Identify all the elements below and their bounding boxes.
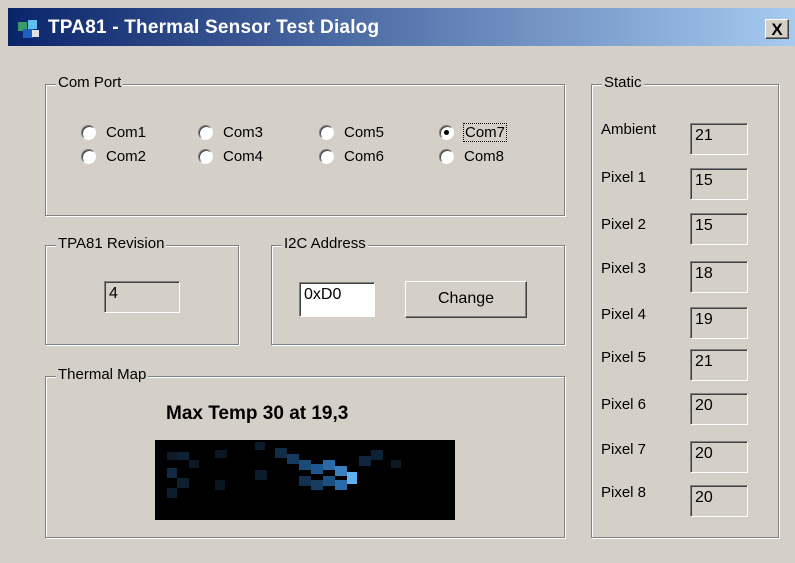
radio-circle-selected[interactable] bbox=[439, 125, 454, 140]
radio-com2[interactable]: Com2 bbox=[81, 148, 146, 165]
dialog-window: TPA81 - Thermal Sensor Test Dialog X Com… bbox=[0, 0, 795, 563]
radio-circle[interactable] bbox=[81, 149, 96, 164]
pixel-1-value: 15 bbox=[690, 168, 748, 200]
i2c-address-group: I2C Address 0xD0 Change bbox=[271, 235, 565, 345]
thermal-image-icon bbox=[155, 440, 455, 520]
radio-com6[interactable]: Com6 bbox=[319, 148, 384, 165]
radio-com5[interactable]: Com5 bbox=[319, 124, 384, 141]
radio-circle[interactable] bbox=[198, 125, 213, 140]
radio-label: Com7 bbox=[462, 123, 508, 142]
revision-field: 4 bbox=[104, 281, 180, 313]
close-button[interactable]: X bbox=[765, 19, 789, 39]
radio-label: Com3 bbox=[223, 124, 264, 141]
i2c-legend: I2C Address bbox=[282, 235, 368, 252]
radio-circle[interactable] bbox=[81, 125, 96, 140]
radio-circle[interactable] bbox=[319, 125, 334, 140]
window-title: TPA81 - Thermal Sensor Test Dialog bbox=[48, 17, 380, 38]
ambient-value: 21 bbox=[690, 123, 748, 155]
pixel-3-label: Pixel 3 bbox=[601, 260, 647, 277]
radio-label: Com8 bbox=[464, 148, 505, 165]
radio-com3[interactable]: Com3 bbox=[198, 124, 263, 141]
pixel-7-label: Pixel 7 bbox=[601, 441, 647, 458]
radio-label: Com1 bbox=[106, 124, 147, 141]
pixel-7-value: 20 bbox=[690, 441, 748, 473]
pixel-8-value: 20 bbox=[690, 485, 748, 517]
pixel-6-label: Pixel 6 bbox=[601, 396, 647, 413]
pixel-5-label: Pixel 5 bbox=[601, 349, 647, 366]
pixel-2-value: 15 bbox=[690, 213, 748, 245]
radio-label: Com6 bbox=[344, 148, 385, 165]
com-port-group: Com Port Com1 Com3 Com5 Com7 Com2 Com4 C… bbox=[45, 74, 565, 216]
radio-com1[interactable]: Com1 bbox=[81, 124, 146, 141]
thermal-map-legend: Thermal Map bbox=[56, 366, 149, 383]
radio-com8[interactable]: Com8 bbox=[439, 148, 504, 165]
pixel-2-label: Pixel 2 bbox=[601, 216, 647, 233]
revision-group: TPA81 Revision 4 bbox=[45, 235, 239, 345]
radio-circle[interactable] bbox=[198, 149, 213, 164]
radio-circle[interactable] bbox=[319, 149, 334, 164]
pixel-1-label: Pixel 1 bbox=[601, 169, 647, 186]
dialog-client-area: Com Port Com1 Com3 Com5 Com7 Com2 Com4 C… bbox=[8, 46, 795, 563]
radio-com4[interactable]: Com4 bbox=[198, 148, 263, 165]
thermal-map-group: Thermal Map Max Temp 30 at 19,3 bbox=[45, 366, 565, 538]
revision-legend: TPA81 Revision bbox=[56, 235, 167, 252]
max-temp-heading: Max Temp 30 at 19,3 bbox=[166, 403, 349, 424]
static-group: Static Ambient 21 Pixel 1 15 Pixel 2 15 … bbox=[591, 74, 779, 538]
change-button[interactable]: Change bbox=[405, 281, 527, 318]
radio-label: Com2 bbox=[106, 148, 147, 165]
static-legend: Static bbox=[602, 74, 644, 91]
pixel-4-value: 19 bbox=[690, 307, 748, 339]
pixel-6-value: 20 bbox=[690, 393, 748, 425]
com-port-legend: Com Port bbox=[56, 74, 124, 91]
ambient-label: Ambient bbox=[601, 121, 657, 138]
radio-label: Com5 bbox=[344, 124, 385, 141]
pixel-5-value: 21 bbox=[690, 349, 748, 381]
i2c-address-input[interactable]: 0xD0 bbox=[299, 282, 375, 317]
pixel-4-label: Pixel 4 bbox=[601, 306, 647, 323]
pixel-3-value: 18 bbox=[690, 261, 748, 293]
radio-com7[interactable]: Com7 bbox=[439, 123, 508, 142]
app-icon bbox=[18, 20, 39, 38]
close-icon: X bbox=[771, 20, 783, 39]
radio-label: Com4 bbox=[223, 148, 264, 165]
radio-circle[interactable] bbox=[439, 149, 454, 164]
pixel-8-label: Pixel 8 bbox=[601, 484, 647, 501]
title-bar[interactable]: TPA81 - Thermal Sensor Test Dialog X bbox=[8, 8, 795, 46]
